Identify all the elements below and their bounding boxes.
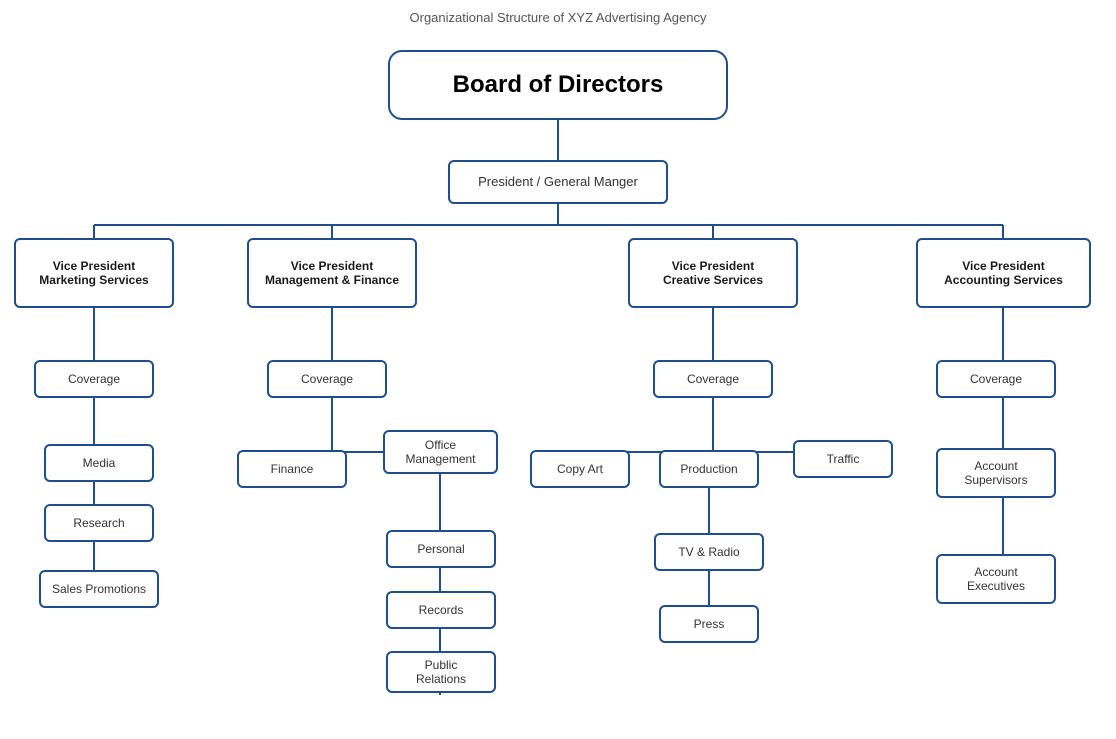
office-management-box: OfficeManagement	[383, 430, 498, 474]
page-title: Organizational Structure of XYZ Advertis…	[10, 10, 1106, 25]
vp-creative-box: Vice PresidentCreative Services	[628, 238, 798, 308]
press-box: Press	[659, 605, 759, 643]
copy-art-box: Copy Art	[530, 450, 630, 488]
research-box: Research	[44, 504, 154, 542]
president-box: President / General Manger	[448, 160, 668, 204]
sales-promotions-box: Sales Promotions	[39, 570, 159, 608]
coverage-management-box: Coverage	[267, 360, 387, 398]
coverage-marketing-box: Coverage	[34, 360, 154, 398]
vp-marketing-box: Vice PresidentMarketing Services	[14, 238, 174, 308]
account-executives-box: AccountExecutives	[936, 554, 1056, 604]
vp-management-box: Vice PresidentManagement & Finance	[247, 238, 417, 308]
account-supervisors-box: AccountSupervisors	[936, 448, 1056, 498]
public-relations-box: PublicRelations	[386, 651, 496, 693]
vp-accounting-box: Vice PresidentAccounting Services	[916, 238, 1091, 308]
coverage-creative-box: Coverage	[653, 360, 773, 398]
board-box: Board of Directors	[388, 50, 728, 120]
traffic-box: Traffic	[793, 440, 893, 478]
coverage-accounting-box: Coverage	[936, 360, 1056, 398]
finance-box: Finance	[237, 450, 347, 488]
media-box: Media	[44, 444, 154, 482]
personal-box: Personal	[386, 530, 496, 568]
production-box: Production	[659, 450, 759, 488]
chart-container: Organizational Structure of XYZ Advertis…	[0, 0, 1116, 739]
records-box: Records	[386, 591, 496, 629]
tv-radio-box: TV & Radio	[654, 533, 764, 571]
